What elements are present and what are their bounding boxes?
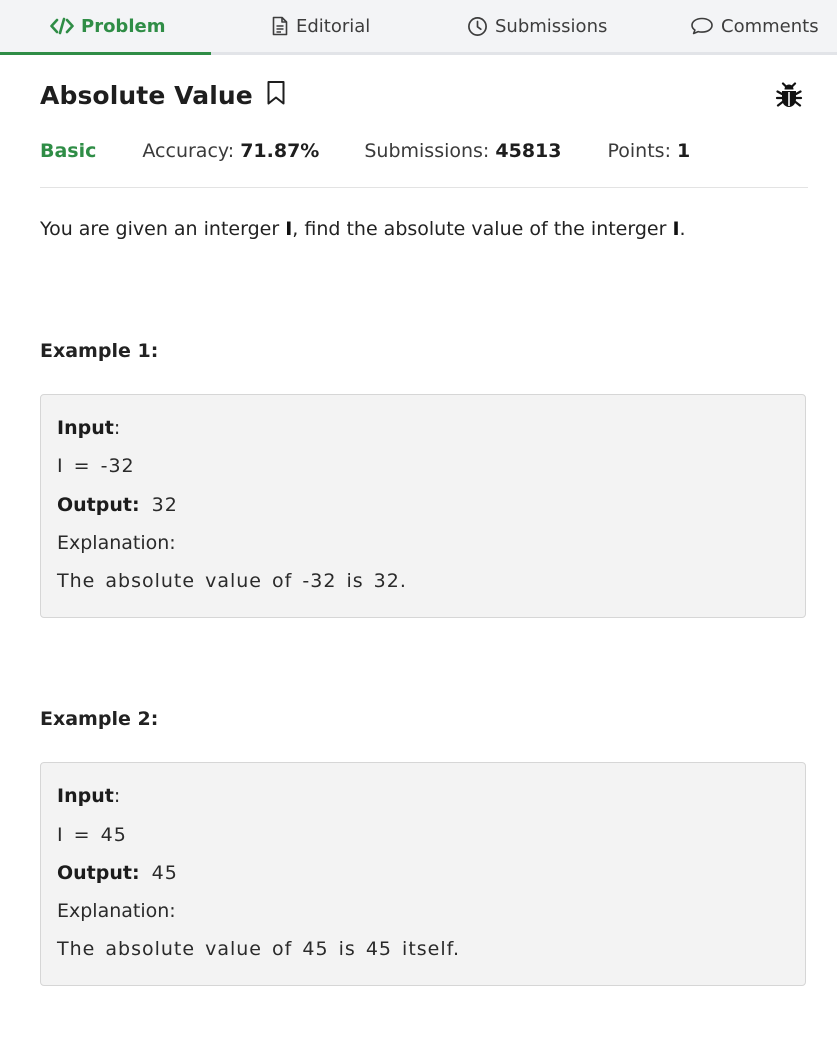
tab-problem-label: Problem [81, 15, 166, 37]
problem-title-row: Absolute Value [40, 80, 287, 110]
code-icon [50, 17, 74, 35]
bookmark-icon[interactable] [265, 80, 287, 110]
output-value: 32 [151, 494, 178, 516]
problem-meta: Basic Accuracy: 71.87% Submissions: 4581… [40, 138, 690, 164]
example-input-row: Input: [57, 785, 120, 807]
tab-submissions-label: Submissions [495, 15, 608, 37]
output-value: 45 [151, 862, 178, 884]
problem-statement: You are given an interger I, find the ab… [40, 218, 686, 240]
submissions-value: 45813 [495, 140, 562, 162]
statement-text-1: You are given an interger [40, 218, 286, 240]
bug-report-icon[interactable] [775, 82, 803, 114]
document-icon [271, 16, 289, 36]
accuracy-value: 71.87% [240, 140, 320, 162]
explanation-label: Explanation: [57, 532, 176, 554]
problem-title: Absolute Value [40, 80, 253, 110]
comment-bubble-icon [690, 16, 714, 36]
example-output-row: Output: 32 [57, 494, 178, 516]
explanation-label: Explanation: [57, 900, 176, 922]
tab-submissions[interactable]: Submissions [467, 0, 607, 52]
output-label: Output: [57, 494, 140, 516]
example-1-title: Example 1: [40, 340, 159, 362]
statement-variable: I [672, 218, 680, 240]
example-output-row: Output: 45 [57, 862, 178, 884]
example-input-row: Input: [57, 417, 120, 439]
output-label: Output: [57, 862, 140, 884]
tab-comments-label: Comments [721, 15, 819, 37]
input-colon: : [113, 785, 121, 807]
accuracy-label: Accuracy: [142, 140, 241, 162]
input-label: Input [57, 785, 114, 807]
explanation-text: The absolute value of -32 is 32. [57, 570, 407, 592]
accuracy-stat: Accuracy: 71.87% [142, 140, 319, 162]
points-value: 1 [677, 140, 691, 162]
statement-text-2: , find the absolute value of the interge… [292, 218, 673, 240]
example-1-box: Input: I = -32 Output: 32 Explanation: T… [40, 394, 806, 618]
tab-editorial[interactable]: Editorial [271, 0, 370, 52]
points-label: Points: [607, 140, 678, 162]
input-label: Input [57, 417, 114, 439]
statement-text-3: . [679, 218, 686, 240]
tab-editorial-label: Editorial [296, 15, 371, 37]
submissions-stat: Submissions: 45813 [364, 140, 561, 162]
input-colon: : [113, 417, 121, 439]
difficulty-badge: Basic [40, 140, 97, 162]
submissions-label: Submissions: [364, 140, 496, 162]
header-divider [40, 187, 808, 188]
tab-comments[interactable]: Comments [690, 0, 819, 52]
explanation-text: The absolute value of 45 is 45 itself. [57, 938, 460, 960]
input-value: I = 45 [57, 824, 127, 846]
example-2-box: Input: I = 45 Output: 45 Explanation: Th… [40, 762, 806, 986]
problem-tab-bar: Problem Editorial Submissions Comments [0, 0, 837, 55]
points-stat: Points: 1 [608, 140, 691, 162]
active-tab-indicator [0, 52, 211, 55]
tab-problem[interactable]: Problem [50, 0, 165, 52]
input-value: I = -32 [57, 455, 135, 477]
clock-icon [467, 16, 488, 37]
example-2-title: Example 2: [40, 708, 159, 730]
